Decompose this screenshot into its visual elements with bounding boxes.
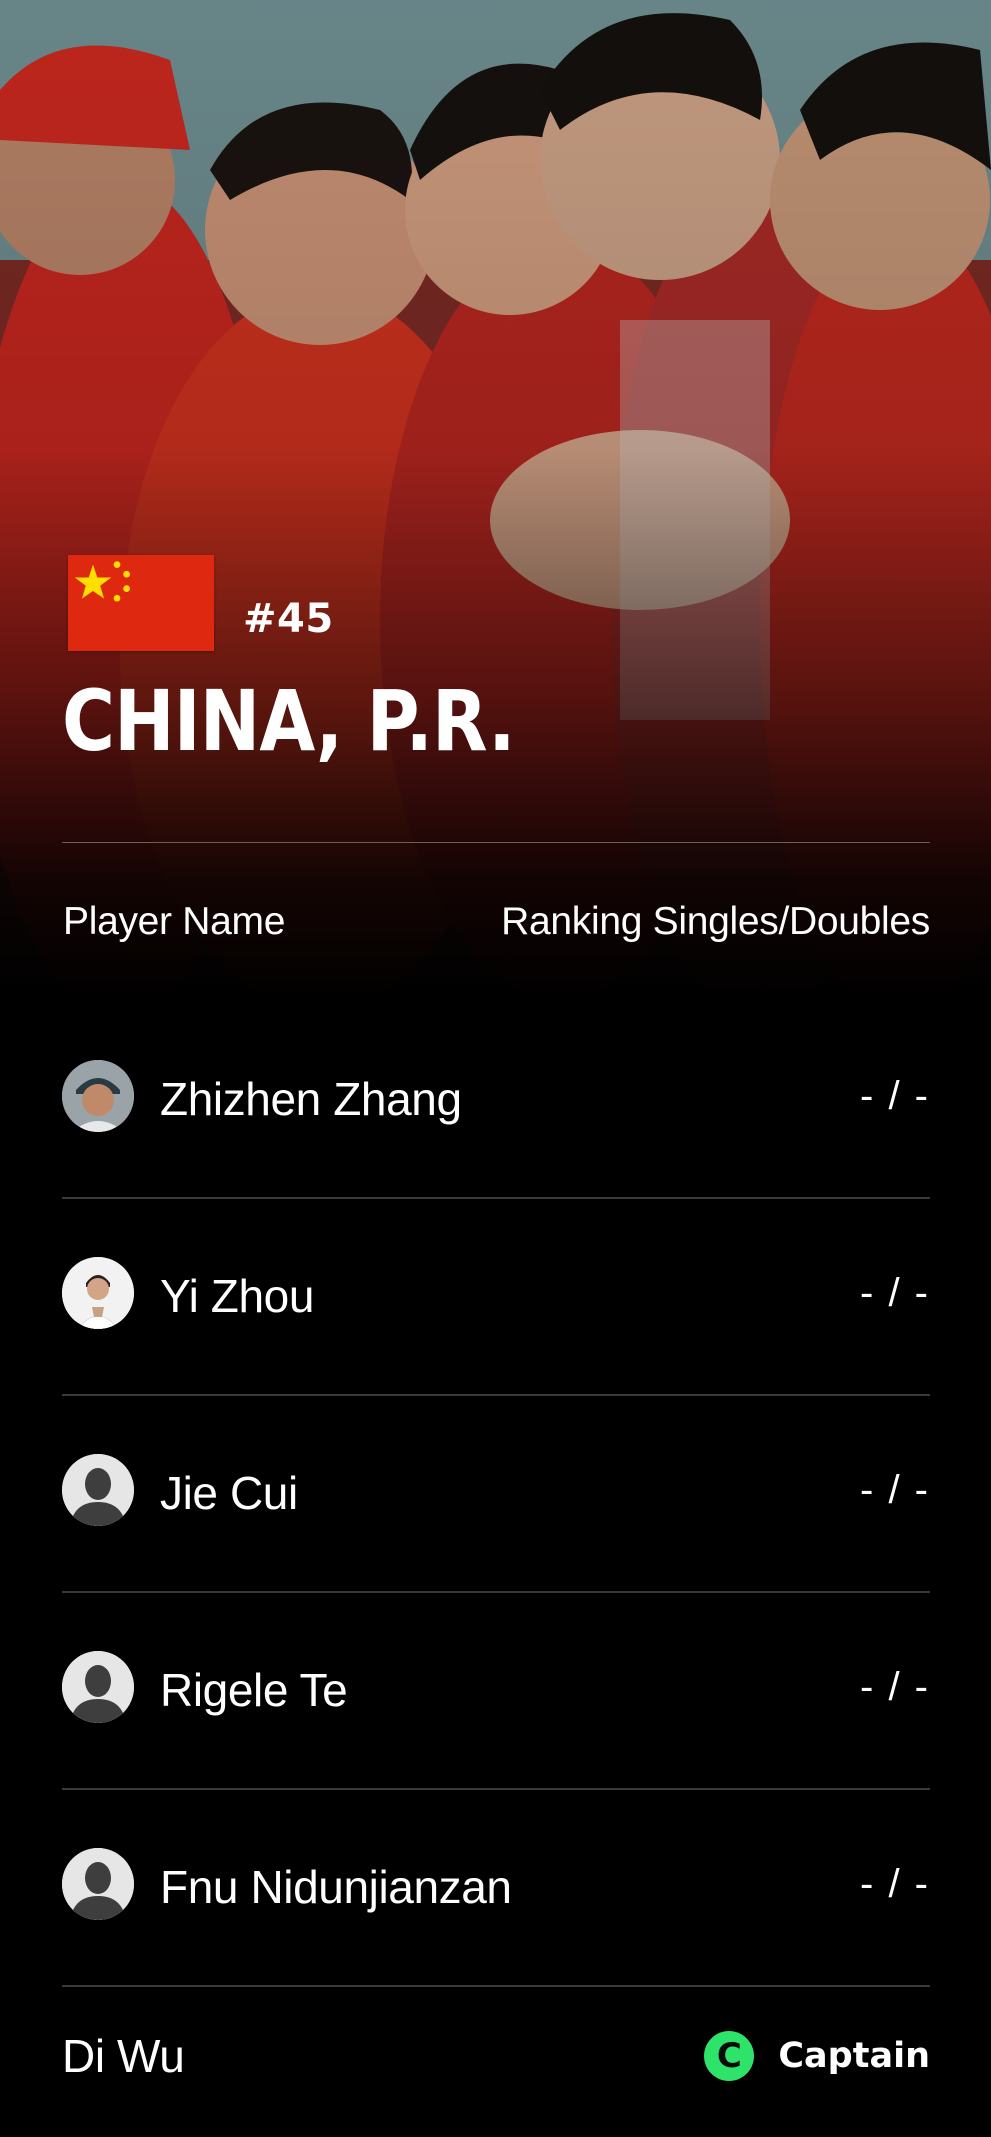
player-ranking: - / - (860, 1862, 930, 1906)
captain-row[interactable]: Di Wu C Captain (62, 1987, 930, 2137)
column-header-ranking: Ranking Singles/Doubles (501, 900, 930, 943)
player-list: Zhizhen Zhang - / - Yi Zhou - / - Jie Cu… (62, 1002, 930, 2137)
player-row[interactable]: Fnu Nidunjianzan - / - (62, 1790, 930, 1987)
player-ranking: - / - (860, 1074, 930, 1118)
hero-banner (0, 0, 991, 1000)
captain-label: Captain (778, 2036, 930, 2076)
player-name: Jie Cui (160, 1467, 298, 1519)
player-name: Yi Zhou (160, 1270, 315, 1322)
player-ranking: - / - (860, 1271, 930, 1315)
player-avatar-placeholder (62, 1651, 134, 1723)
hero-gradient-overlay (0, 0, 991, 1000)
country-name: CHINA, P.R. (62, 672, 516, 770)
player-name: Fnu Nidunjianzan (160, 1861, 512, 1913)
player-row[interactable]: Rigele Te - / - (62, 1593, 930, 1790)
player-ranking: - / - (860, 1665, 930, 1709)
captain-c-icon: C (704, 2031, 755, 2081)
column-header-player: Player Name (63, 900, 286, 943)
player-row[interactable]: Zhizhen Zhang - / - (62, 1002, 930, 1199)
captain-badge: C Captain (704, 2031, 930, 2081)
team-rank: #45 (243, 596, 334, 642)
header-divider (62, 842, 930, 843)
player-avatar-placeholder (62, 1454, 134, 1526)
player-avatar (62, 1257, 134, 1329)
captain-name: Di Wu (62, 2030, 185, 2082)
china-flag-icon (68, 555, 214, 651)
player-avatar (62, 1060, 134, 1132)
player-name: Rigele Te (160, 1664, 348, 1716)
player-ranking: - / - (860, 1468, 930, 1512)
player-avatar-placeholder (62, 1848, 134, 1920)
captain-icon-letter: C (716, 2036, 742, 2076)
player-row[interactable]: Jie Cui - / - (62, 1396, 930, 1593)
player-name: Zhizhen Zhang (160, 1073, 462, 1125)
player-row[interactable]: Yi Zhou - / - (62, 1199, 930, 1396)
